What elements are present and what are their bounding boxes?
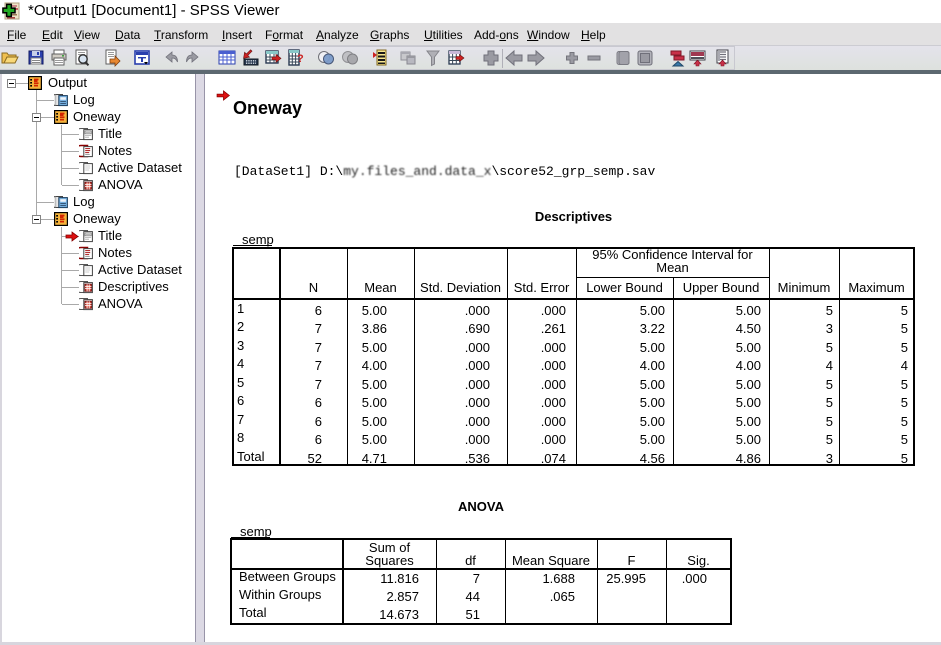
svg-text:?: ? [297,53,304,65]
